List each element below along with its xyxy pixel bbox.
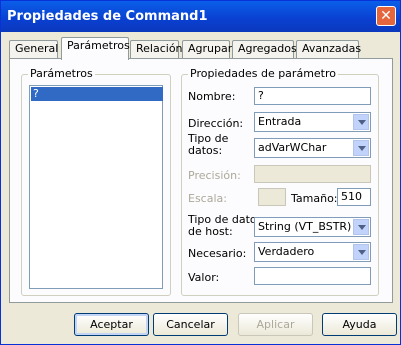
valor-label: Valor: bbox=[188, 271, 220, 284]
chevron-down-icon[interactable] bbox=[353, 219, 369, 235]
ayuda-button[interactable]: Ayuda bbox=[322, 313, 397, 336]
tipo-datos-value: adVarWChar bbox=[258, 141, 327, 154]
nombre-label: Nombre: bbox=[188, 90, 236, 103]
nombre-field[interactable]: ? bbox=[254, 87, 371, 105]
tab-avanzadas[interactable]: Avanzadas bbox=[296, 40, 361, 58]
aceptar-button[interactable]: Aceptar bbox=[74, 313, 149, 336]
properties-dialog: Propiedades de Command1 ✕ General Paráme… bbox=[0, 0, 401, 345]
props-group-title: Propiedades de parámetro bbox=[188, 67, 338, 80]
precision-label: Precisión: bbox=[188, 169, 241, 182]
direccion-value: Entrada bbox=[258, 115, 302, 128]
cancelar-button[interactable]: Cancelar bbox=[153, 313, 228, 336]
direccion-label: Dirección: bbox=[188, 117, 244, 130]
chevron-down-icon[interactable] bbox=[353, 114, 369, 130]
props-group: Propiedades de parámetro bbox=[181, 67, 379, 296]
close-icon[interactable]: ✕ bbox=[376, 6, 396, 26]
escala-label: Escala: bbox=[188, 192, 227, 205]
chevron-down-icon[interactable] bbox=[353, 244, 369, 260]
direccion-select[interactable]: Entrada bbox=[254, 112, 371, 132]
tab-agregados[interactable]: Agregados bbox=[232, 40, 297, 58]
tab-relacion[interactable]: Relación bbox=[130, 40, 183, 58]
necesario-select[interactable]: Verdadero bbox=[254, 242, 371, 262]
params-list[interactable]: ? bbox=[29, 85, 163, 289]
tab-agrupar[interactable]: Agrupar bbox=[182, 40, 232, 58]
tipo-host-label-2: de host: bbox=[188, 225, 233, 238]
title-bar[interactable]: Propiedades de Command1 ✕ bbox=[1, 1, 400, 32]
tamano-field[interactable]: 510 bbox=[337, 188, 371, 206]
tipo-datos-label-2: datos: bbox=[188, 144, 223, 157]
aplicar-button[interactable]: Aplicar bbox=[238, 313, 313, 336]
params-group-title: Parámetros bbox=[28, 67, 95, 80]
tab-parametros[interactable]: Parámetros bbox=[61, 37, 130, 60]
list-item[interactable]: ? bbox=[31, 87, 163, 101]
tipo-host-value: String (VT_BSTR) bbox=[258, 220, 352, 233]
tipo-host-select[interactable]: String (VT_BSTR) bbox=[254, 217, 371, 237]
chevron-down-icon[interactable] bbox=[353, 140, 369, 156]
valor-field[interactable] bbox=[254, 267, 371, 285]
necesario-label: Necesario: bbox=[188, 247, 247, 260]
tamano-label: Tamaño: bbox=[291, 192, 338, 205]
escala-field bbox=[258, 188, 286, 206]
necesario-value: Verdadero bbox=[258, 245, 315, 258]
tipo-datos-select[interactable]: adVarWChar bbox=[254, 138, 371, 158]
precision-field bbox=[254, 165, 371, 183]
window-title: Propiedades de Command1 bbox=[7, 9, 208, 24]
tab-general[interactable]: General bbox=[9, 40, 58, 58]
